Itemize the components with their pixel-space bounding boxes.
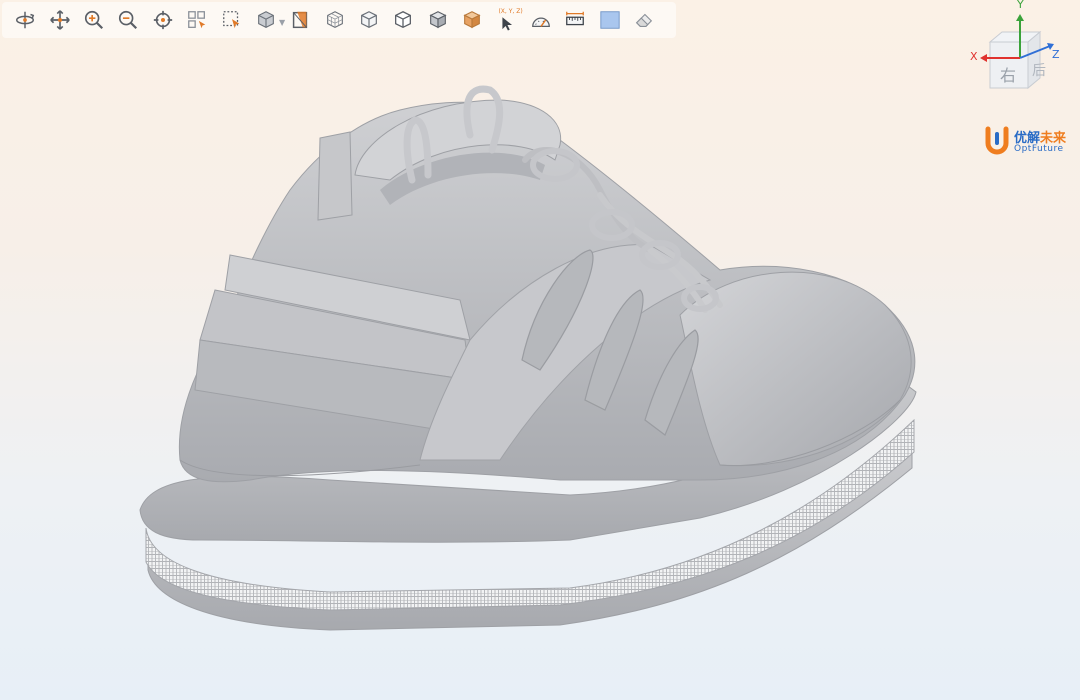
pick-point-tag: (X, Y, Z) bbox=[498, 8, 523, 15]
measure-distance-icon bbox=[566, 11, 585, 26]
hidden-line-cube-icon bbox=[361, 11, 378, 28]
zoom-out-button[interactable] bbox=[111, 3, 145, 37]
shaded-cube-icon bbox=[429, 11, 447, 29]
window-select-icon bbox=[222, 11, 239, 29]
zoom-in-button[interactable] bbox=[77, 3, 111, 37]
fit-view-icon bbox=[153, 10, 172, 30]
zoom-in-icon bbox=[84, 10, 103, 30]
measure-angle-icon bbox=[532, 17, 550, 28]
pan-button[interactable] bbox=[42, 3, 76, 37]
y-axis-label: Y bbox=[1017, 0, 1024, 11]
3d-viewport[interactable] bbox=[0, 40, 1080, 700]
eraser-icon bbox=[636, 13, 653, 27]
box-select-button[interactable] bbox=[180, 3, 214, 37]
pan-icon bbox=[49, 10, 70, 30]
section-plane-icon bbox=[293, 11, 308, 29]
heel-tab bbox=[317, 131, 353, 221]
eraser-button[interactable] bbox=[627, 3, 661, 37]
background-color-icon bbox=[600, 11, 620, 29]
shoe-model bbox=[139, 85, 917, 631]
view-cube-dropdown-button[interactable]: ▼ bbox=[249, 3, 285, 37]
zoom-out-icon bbox=[119, 10, 138, 30]
window-select-button[interactable] bbox=[214, 3, 248, 37]
rotate-icon bbox=[16, 11, 35, 29]
solid-cube-icon bbox=[463, 11, 481, 29]
outline-cube-button[interactable] bbox=[386, 3, 420, 37]
measure-angle-button[interactable] bbox=[524, 3, 558, 37]
shaded-cube-button[interactable] bbox=[421, 3, 455, 37]
wireframe-cube-icon bbox=[326, 11, 343, 28]
pick-point-button[interactable]: (X, Y, Z) bbox=[489, 3, 523, 37]
measure-distance-button[interactable] bbox=[558, 3, 592, 37]
box-select-icon bbox=[188, 11, 206, 29]
wireframe-cube-button[interactable] bbox=[318, 3, 352, 37]
viewer-toolbar: ▼ (X, Y, Z) bbox=[2, 2, 676, 38]
hidden-line-cube-button[interactable] bbox=[352, 3, 386, 37]
section-plane-button[interactable] bbox=[283, 3, 317, 37]
fit-view-button[interactable] bbox=[146, 3, 180, 37]
background-color-button[interactable] bbox=[593, 3, 627, 37]
view-cube-dropdown-icon bbox=[258, 11, 274, 28]
solid-cube-button[interactable] bbox=[455, 3, 489, 37]
outline-cube-icon bbox=[395, 11, 412, 29]
rotate-button[interactable] bbox=[8, 3, 42, 37]
